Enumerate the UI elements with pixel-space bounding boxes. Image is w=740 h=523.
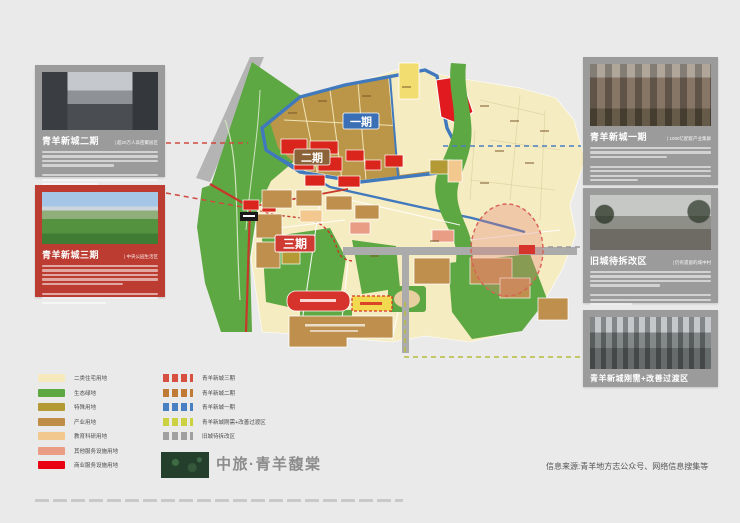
legend-row: 产业用地 — [38, 418, 118, 426]
legend-dash-oldtown — [163, 432, 193, 440]
oldtown-body-text — [590, 271, 711, 305]
phase1-title-row: 青羊新城一期 | 1000亿配套产业集群 — [590, 130, 711, 143]
legend-row: 生态绿地 — [38, 389, 118, 397]
legend-swatch-special — [38, 403, 65, 411]
legend-row: 教育科研用地 — [38, 432, 118, 440]
legend-row: 商业服务设施用地 — [38, 461, 118, 469]
substation-text-mark — [360, 302, 382, 305]
legend-zones: 青羊新城三期 青羊新城二期 青羊新城一期 青羊新城刚需+改善过渡区 旧城待拆改区 — [163, 374, 266, 447]
phase1-photo — [590, 64, 711, 126]
phase3-subtitle: | 中央公园生活区 — [124, 254, 158, 260]
qingyang-newtown-map-poster: { "info_panels": { "phase2": { "title": … — [0, 0, 740, 523]
oldtown-title: 旧城待拆改区 — [590, 254, 647, 267]
source-note: 信息来源:青羊地方志公众号、网络信息搜集等 — [546, 461, 708, 472]
phase3-title: 青羊新城三期 — [42, 248, 99, 261]
phase1-subtitle: | 1000亿配套产业集群 — [667, 136, 711, 142]
red-pill-text-mark — [300, 299, 336, 302]
legend-dash-phase2 — [163, 389, 193, 397]
legend-land-use: 二类住宅用地 生态绿地 特殊用地 产业用地 教育科研用地 其他服务设施用地 商业… — [38, 374, 118, 476]
developer-logo-image — [161, 452, 209, 478]
legend-row: 青羊新城三期 — [163, 374, 266, 382]
fine-print-line — [35, 499, 403, 502]
legend-label: 其他服务设施用地 — [74, 447, 118, 455]
legend-label: 二类住宅用地 — [74, 374, 107, 382]
legend-row: 二类住宅用地 — [38, 374, 118, 382]
legend-label: 产业用地 — [74, 418, 96, 426]
oldtown-photo — [590, 195, 711, 250]
legend-swatch-education — [38, 432, 65, 440]
phase1-map-label: 一期 — [350, 115, 372, 129]
phase3-body-text — [42, 265, 158, 304]
legend-row: 其他服务设施用地 — [38, 447, 118, 455]
legend-swatch-industry — [38, 418, 65, 426]
legend-swatch-commercial — [38, 461, 65, 469]
legend-label: 青羊新城刚需+改善过渡区 — [202, 418, 266, 426]
phase2-map-label: 二期 — [301, 151, 323, 165]
legend-label: 青羊新城三期 — [202, 374, 235, 382]
legend-label: 旧城待拆改区 — [202, 432, 235, 440]
transition-title-row: 青羊新城刚需+改善过渡区 — [590, 373, 711, 384]
phase2-subtitle: | 超20万人高密聚居区 — [115, 140, 158, 146]
legend-row: 青羊新城一期 — [163, 403, 266, 411]
phase3-map-label: 三期 — [283, 236, 307, 251]
oldtown-mini-label — [519, 245, 535, 254]
legend-label: 教育科研用地 — [74, 432, 107, 440]
legend-dash-phase1 — [163, 403, 193, 411]
legend-dash-phase3 — [163, 374, 193, 382]
transition-photo — [590, 317, 711, 369]
legend-label: 特殊用地 — [74, 403, 96, 411]
legend-label: 商业服务设施用地 — [74, 461, 118, 469]
legend-row: 旧城待拆改区 — [163, 432, 266, 440]
phase3-photo — [42, 192, 158, 244]
transition-title: 青羊新城刚需+改善过渡区 — [590, 373, 689, 384]
legend-label: 青羊新城一期 — [202, 403, 235, 411]
developer-logo-text: 中旅·青羊馥棠 — [216, 452, 322, 478]
legend-row: 青羊新城刚需+改善过渡区 — [163, 418, 266, 426]
phase2-photo — [42, 72, 158, 130]
legend-row: 特殊用地 — [38, 403, 118, 411]
oldtown-title-row: 旧城待拆改区 | 仍有遗留的城中村 — [590, 254, 711, 267]
legend-label: 青羊新城二期 — [202, 389, 235, 397]
legend-swatch-other-service — [38, 447, 65, 455]
depot-text-mark-2 — [310, 330, 358, 332]
phase1-body-text — [590, 147, 711, 181]
info-panel-phase1: 青羊新城一期 | 1000亿配套产业集群 — [583, 57, 718, 185]
info-panel-phase2: 青羊新城二期 | 超20万人高密聚居区 — [35, 65, 165, 177]
yellow-parcel — [399, 63, 419, 99]
phase3-title-row: 青羊新城三期 | 中央公园生活区 — [42, 248, 158, 261]
legend-row: 青羊新城二期 — [163, 389, 266, 397]
info-panel-phase3: 青羊新城三期 | 中央公园生活区 — [35, 185, 165, 297]
legend-dash-transition — [163, 418, 193, 426]
legend-label: 生态绿地 — [74, 389, 96, 397]
phase2-body-text — [42, 151, 158, 185]
info-panel-oldtown: 旧城待拆改区 | 仍有遗留的城中村 — [583, 188, 718, 303]
oldtown-subtitle: | 仍有遗留的城中村 — [673, 260, 711, 266]
black-mini-label-text — [243, 215, 255, 217]
phase1-title: 青羊新城一期 — [590, 130, 647, 143]
depot-text-mark — [305, 324, 365, 327]
info-panel-transition: 青羊新城刚需+改善过渡区 — [583, 310, 718, 387]
legend-swatch-green — [38, 389, 65, 397]
phase2-title-row: 青羊新城二期 | 超20万人高密聚居区 — [42, 134, 158, 147]
legend-swatch-residential — [38, 374, 65, 382]
phase2-title: 青羊新城二期 — [42, 134, 99, 147]
